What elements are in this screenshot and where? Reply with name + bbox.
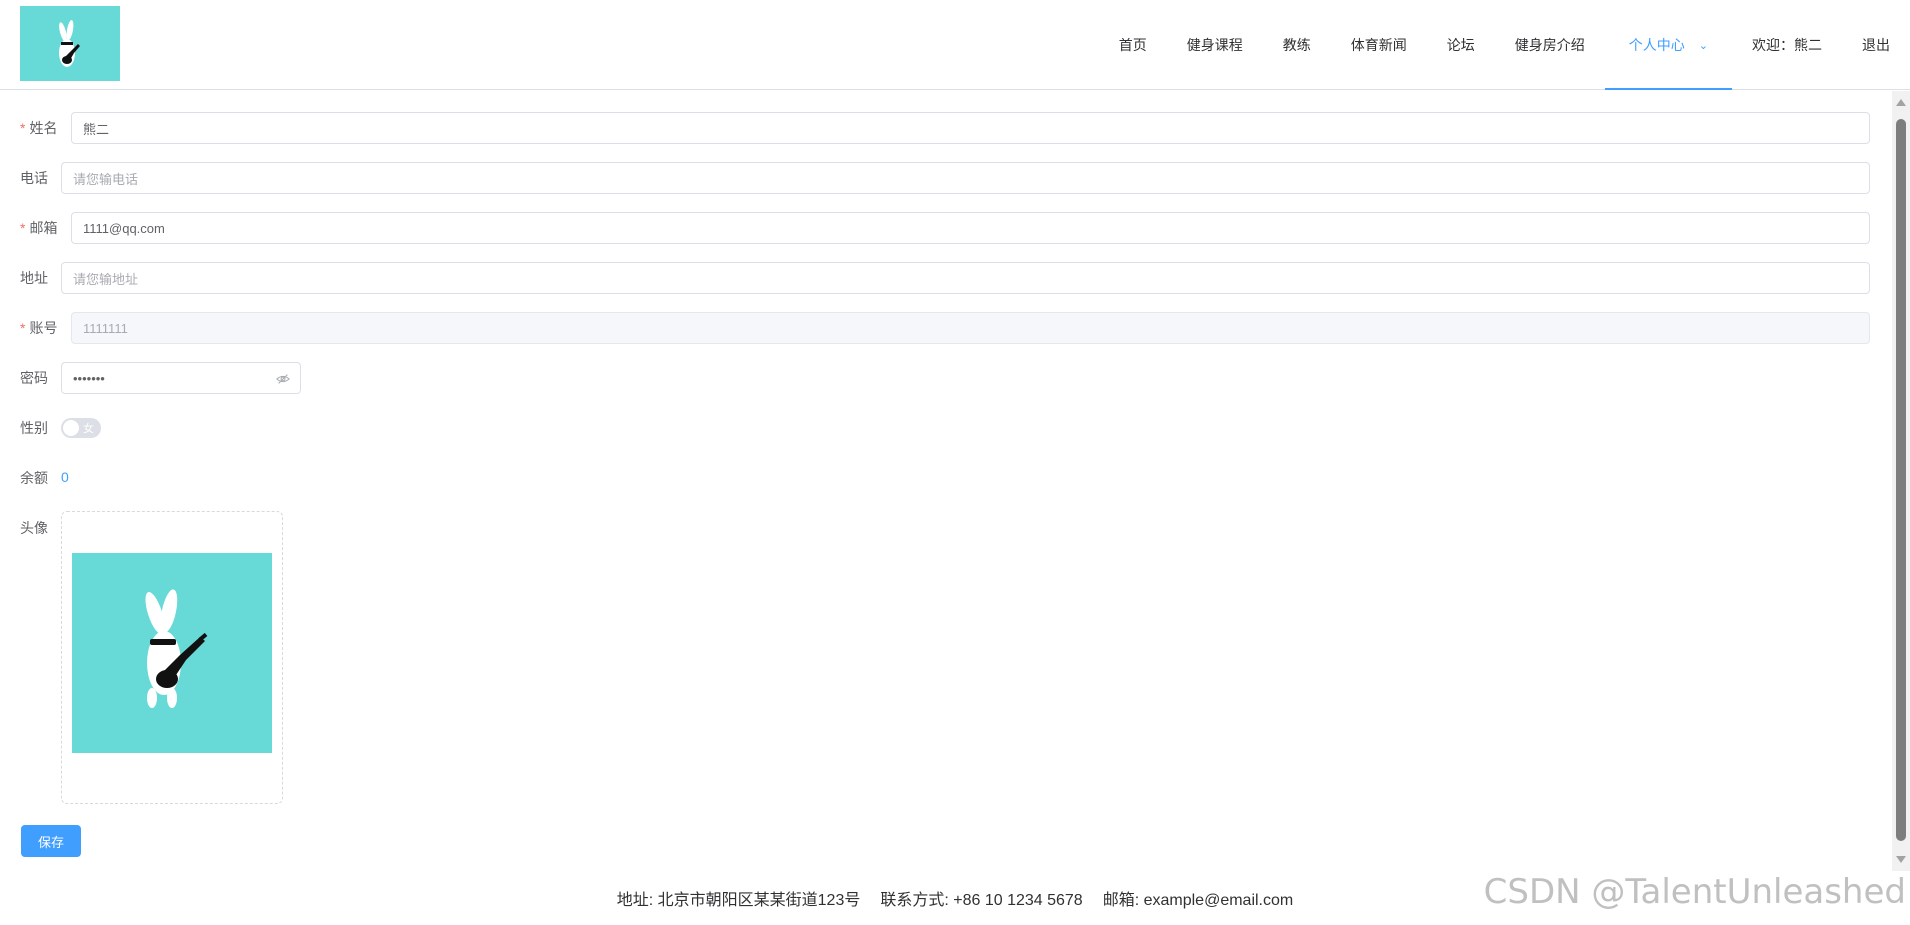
name-label: * 姓名	[20, 120, 58, 136]
avatar-image	[72, 553, 272, 753]
avatar-label: 头像	[20, 520, 48, 536]
account-input: 1111111	[71, 312, 1870, 344]
account-label: * 账号	[20, 320, 58, 336]
nav-item-coaches[interactable]: 教练	[1263, 0, 1331, 90]
main-nav: 首页 健身课程 教练 体育新闻 论坛 健身房介绍 个人中心 ⌄ 欢迎：熊二 退出	[1099, 0, 1910, 90]
nav-personal-center-label: 个人中心	[1628, 37, 1685, 53]
nav-item-personal-center[interactable]: 个人中心 ⌄	[1604, 0, 1733, 90]
password-value: •••••••	[73, 370, 105, 386]
address-label: 地址	[20, 270, 48, 286]
email-row: * 邮箱	[20, 212, 57, 244]
vertical-scrollbar[interactable]	[1892, 91, 1910, 871]
password-label: 密码	[20, 370, 48, 386]
save-button[interactable]: 保存	[21, 825, 81, 857]
scroll-up-arrow-icon[interactable]	[1896, 99, 1906, 106]
nav-item-forum[interactable]: 论坛	[1427, 0, 1495, 90]
footer-email: 邮箱: example@email.com	[1102, 892, 1294, 909]
gender-row: 性别	[20, 412, 48, 444]
nav-item-home[interactable]: 首页	[1099, 0, 1167, 90]
balance-value: 0	[61, 469, 69, 485]
nav-item-logout[interactable]: 退出	[1842, 0, 1910, 90]
rabbit-guitar-icon	[59, 20, 80, 67]
scroll-down-arrow-icon[interactable]	[1896, 856, 1906, 863]
scroll-thumb[interactable]	[1896, 119, 1906, 841]
profile-form: * 姓名 熊二 电话 请您输电话 * 邮箱 1111@qq.com 地址 请您输地址…	[0, 91, 1892, 871]
nav-item-courses[interactable]: 健身课程	[1167, 0, 1263, 90]
csdn-watermark: CSDN @TalentUnleashed	[1483, 872, 1906, 912]
nav-item-gym-intro[interactable]: 健身房介绍	[1495, 0, 1605, 90]
name-row: * 姓名	[20, 112, 57, 144]
phone-label: 电话	[20, 170, 48, 186]
site-logo[interactable]	[20, 6, 120, 81]
top-header: 首页 健身课程 教练 体育新闻 论坛 健身房介绍 个人中心 ⌄ 欢迎：熊二 退出	[0, 0, 1910, 90]
footer-address: 地址: 北京市朝阳区某某街道123号	[616, 892, 861, 909]
avatar-uploader[interactable]	[61, 511, 283, 804]
balance-label: 余额	[20, 470, 48, 486]
gender-switch[interactable]: 女	[61, 418, 101, 438]
email-label: * 邮箱	[20, 220, 58, 236]
welcome-text: 欢迎：熊二	[1752, 37, 1822, 53]
balance-row: 余额	[20, 462, 48, 494]
rabbit-guitar-icon	[145, 589, 208, 708]
switch-knob	[63, 420, 79, 436]
password-row: 密码	[20, 362, 48, 394]
email-input[interactable]: 1111@qq.com	[71, 212, 1870, 244]
nav-item-sports-news[interactable]: 体育新闻	[1331, 0, 1427, 90]
name-input[interactable]: 熊二	[71, 112, 1870, 144]
gender-label: 性别	[20, 420, 48, 436]
account-row: * 账号	[20, 312, 57, 344]
footer-contact: 联系方式: +86 10 1234 5678	[880, 892, 1083, 909]
gender-switch-text: 女	[83, 423, 94, 435]
eye-hidden-icon[interactable]	[276, 372, 290, 386]
password-input[interactable]: •••••••	[61, 362, 301, 394]
avatar-row: 头像	[20, 512, 48, 544]
phone-input[interactable]: 请您输电话	[61, 162, 1870, 194]
address-row: 地址	[20, 262, 48, 294]
chevron-down-icon: ⌄	[1698, 39, 1708, 52]
address-input[interactable]: 请您输地址	[61, 262, 1870, 294]
phone-row: 电话	[20, 162, 48, 194]
